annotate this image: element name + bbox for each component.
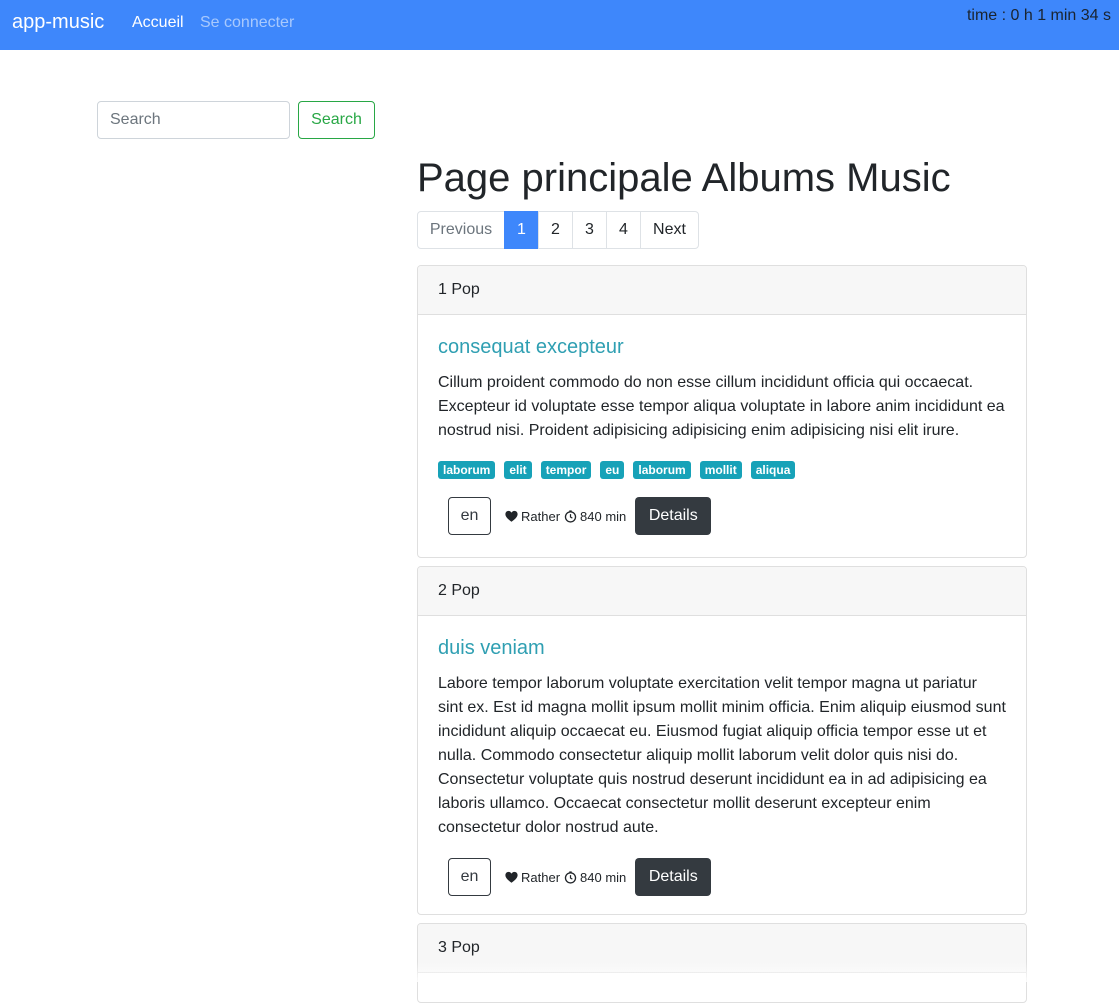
duration-label: 840 min xyxy=(580,508,627,524)
clock-icon xyxy=(564,509,577,523)
album-title: duis veniam xyxy=(438,637,545,659)
navbar: app-music Accueil Se connecter time : 0 … xyxy=(0,0,1119,50)
tag-badge: tempor xyxy=(540,461,592,479)
like-label: Rather xyxy=(521,869,561,885)
duration-label: 840 min xyxy=(580,869,627,885)
pagination-page-4[interactable]: 4 xyxy=(606,211,641,249)
album-meta: Rather 840 min xyxy=(505,509,626,524)
scroll-fade xyxy=(0,962,1119,982)
card-header: 1 Pop xyxy=(418,266,1026,315)
language-button[interactable]: en xyxy=(448,858,491,896)
pagination-page-1[interactable]: 1 xyxy=(504,211,539,249)
elapsed-time: time : 0 h 1 min 34 s xyxy=(966,7,1111,24)
search-input[interactable] xyxy=(97,101,290,139)
details-button[interactable]: Details xyxy=(635,497,712,535)
tag-badge: eu xyxy=(600,461,625,479)
pagination-page-2[interactable]: 2 xyxy=(538,211,573,249)
pagination-page-3[interactable]: 3 xyxy=(572,211,607,249)
brand-link[interactable]: app-music xyxy=(12,11,104,34)
card-body: consequat excepteur Cillum proident comm… xyxy=(418,315,1026,535)
album-card: 1 Pop consequat excepteur Cillum proiden… xyxy=(417,265,1027,558)
tag-badge: mollit xyxy=(699,461,742,479)
nav-link-se-connecter[interactable]: Se connecter xyxy=(200,14,294,32)
like-label: Rather xyxy=(521,508,561,524)
nav-link-accueil[interactable]: Accueil xyxy=(132,14,184,32)
pagination: Previous 1 2 3 4 Next xyxy=(417,211,699,249)
card-actions: en Rather 840 min Details xyxy=(438,858,1006,896)
page-title: Page principale Albums Music xyxy=(417,156,951,200)
heart-icon xyxy=(505,510,518,522)
album-description: Cillum proident commodo do non esse cill… xyxy=(438,374,1005,439)
album-description: Labore tempor laborum voluptate exercita… xyxy=(438,675,1006,836)
card-header: 2 Pop xyxy=(418,567,1026,616)
pagination-previous[interactable]: Previous xyxy=(417,211,505,249)
tag-badge: laborum xyxy=(438,461,496,479)
album-card: 2 Pop duis veniam Labore tempor laborum … xyxy=(417,566,1027,915)
card-body: duis veniam Labore tempor laborum volupt… xyxy=(418,616,1026,896)
language-button[interactable]: en xyxy=(448,497,491,535)
details-button[interactable]: Details xyxy=(635,858,712,896)
pagination-next[interactable]: Next xyxy=(640,211,699,249)
album-meta: Rather 840 min xyxy=(505,870,626,885)
clock-icon xyxy=(564,870,577,884)
search-button[interactable]: Search xyxy=(298,101,375,139)
album-title: consequat excepteur xyxy=(438,336,624,358)
card-actions: en Rather 840 min Details xyxy=(438,497,1006,535)
tag-badge: aliqua xyxy=(750,461,796,479)
heart-icon xyxy=(505,871,518,883)
tag-badge: laborum xyxy=(633,461,691,479)
tag-badge: elit xyxy=(504,461,532,479)
tag-list: laborum elit tempor eu laborum mollit al… xyxy=(438,461,1006,479)
